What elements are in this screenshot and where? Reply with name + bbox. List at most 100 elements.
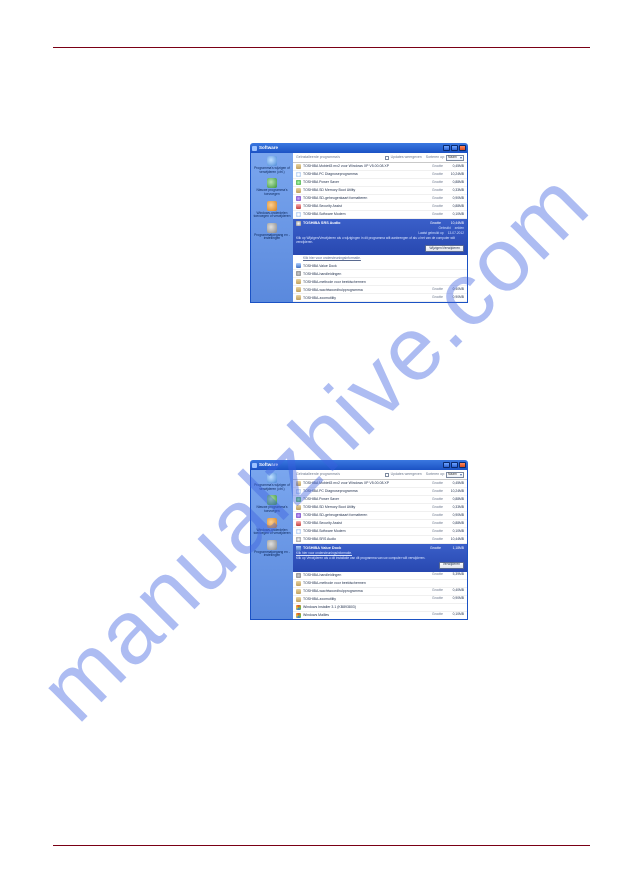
- sidebar-item-windows-components[interactable]: Windows-onderdelen toevoegen of verwijde…: [253, 518, 291, 536]
- support-link-row: Klik hier voor ondersteuningsinformatie.: [293, 255, 467, 262]
- program-name: TOSHIBA Security Assist: [303, 204, 432, 208]
- program-icon: [296, 263, 301, 268]
- size-value: 0,33MB: [448, 506, 464, 510]
- remove-button[interactable]: Verwijderen: [439, 562, 464, 569]
- size-value: 0,88MB: [448, 522, 464, 526]
- size-value: 0,10MB: [448, 213, 464, 217]
- sidebar-item-label: Nieuwe programma's toevoegen: [256, 188, 287, 196]
- size-label: Grootte: [432, 165, 448, 169]
- maximize-button[interactable]: [451, 462, 458, 468]
- show-updates-label: Updates weergeven: [391, 472, 422, 476]
- titlebar[interactable]: Software: [250, 143, 468, 153]
- program-row[interactable]: Windows MaillesGrootte0,10MB: [293, 612, 467, 619]
- program-icon: [296, 180, 301, 185]
- components-icon: [267, 518, 277, 528]
- close-button[interactable]: [459, 145, 466, 151]
- close-button[interactable]: [459, 462, 466, 468]
- program-icon: [296, 597, 301, 602]
- size-value: 0,45MB: [448, 165, 464, 169]
- program-name: TOSHIBA Power Saver: [303, 180, 432, 184]
- program-name: TOSHIBA SD-geheugenkaart formatteren: [303, 196, 432, 200]
- maximize-button[interactable]: [451, 145, 458, 151]
- program-row[interactable]: TOSHIBA SD Memory Boot UtilityGrootte0,3…: [293, 504, 467, 512]
- sidebar-item-add-new[interactable]: Nieuwe programma's toevoegen: [253, 495, 291, 513]
- program-row[interactable]: TOSHIBA Mobietl3 mx2 voor Windows XP V5.…: [293, 480, 467, 488]
- sort-label: Sorteren op:: [426, 155, 445, 159]
- program-list[interactable]: TOSHIBA Mobietl3 mx2 voor Windows XP V5.…: [293, 480, 467, 619]
- program-list[interactable]: TOSHIBA Mobietl3 mx2 voor Windows XP V5.…: [293, 163, 467, 302]
- sidebar-item-program-access[interactable]: Programmatoegang en -instellingen: [253, 223, 291, 241]
- program-row[interactable]: TOSHIBA SD-geheugenkaart formatterenGroo…: [293, 195, 467, 203]
- size-label: Grootte: [432, 522, 448, 526]
- size-value: 0,90MB: [448, 296, 464, 300]
- program-row[interactable]: TOSHIBA Software ModemGrootte0,10MB: [293, 528, 467, 536]
- program-row[interactable]: TOSHIBA Software ModemGrootte0,10MB: [293, 211, 467, 219]
- program-row[interactable]: TOSHIBA SD Memory Boot UtilityGrootte0,3…: [293, 187, 467, 195]
- size-value: 10,24MB: [448, 490, 464, 494]
- program-name: TOSHIBA-methode voor beeldschermen: [303, 280, 464, 284]
- program-name: TOSHIBA SD Memory Boot Utility: [303, 188, 432, 192]
- program-icon: [296, 497, 301, 502]
- size-label: Grootte: [432, 573, 448, 577]
- program-row[interactable]: TOSHIBA-methode voor beeldschermen: [293, 278, 467, 286]
- size-label: Grootte: [432, 197, 448, 201]
- sidebar-item-program-access[interactable]: Programmatoegang en -instellingen: [253, 540, 291, 558]
- program-name: TOSHIBA-methode voor beeldschermen: [303, 581, 464, 585]
- size-value: 0,90MB: [448, 597, 464, 601]
- sort-dropdown[interactable]: Naam: [446, 155, 464, 161]
- list-header: Geïnstalleerde programma's Updates weerg…: [293, 470, 467, 480]
- program-row[interactable]: TOSHIBA-handleidingenGrootte5,39MB: [293, 572, 467, 580]
- app-icon: [252, 146, 257, 151]
- program-row[interactable]: TOSHIBA SRS AudioGrootte10,44MB: [293, 536, 467, 544]
- program-row[interactable]: TOSHIBA Mobietl3 mx2 voor Windows XP V5.…: [293, 163, 467, 171]
- selected-program[interactable]: TOSHIBA SRS AudioGrootte10,44MBGebruiktz…: [293, 219, 467, 255]
- show-updates-checkbox[interactable]: [385, 156, 389, 160]
- main-panel: Geïnstalleerde programma's Updates weerg…: [293, 153, 467, 302]
- size-label: Grootte: [432, 506, 448, 510]
- program-row[interactable]: TOSHIBA Security AssistGrootte0,88MB: [293, 203, 467, 211]
- show-updates-checkbox[interactable]: [385, 473, 389, 477]
- sidebar-item-label: Nieuwe programma's toevoegen: [256, 505, 287, 513]
- program-row[interactable]: TOSHIBA-zoomutilityGrootte0,90MB: [293, 596, 467, 604]
- program-row[interactable]: TOSHIBA PC DiagnoseprogrammaGrootte10,24…: [293, 488, 467, 496]
- list-heading: Geïnstalleerde programma's: [296, 472, 384, 476]
- sidebar-item-change-remove[interactable]: Programma's wijzigen of verwijderen (ctr…: [253, 156, 291, 174]
- sidebar-item-add-new[interactable]: Nieuwe programma's toevoegen: [253, 178, 291, 196]
- program-icon: [296, 521, 301, 526]
- sidebar-item-label: Programma's wijzigen of verwijderen (ctr…: [254, 166, 290, 174]
- minimize-button[interactable]: [443, 145, 450, 151]
- sort-dropdown[interactable]: Naam: [446, 472, 464, 478]
- program-row[interactable]: TOSHIBA Security AssistGrootte0,88MB: [293, 520, 467, 528]
- titlebar[interactable]: Software: [250, 460, 468, 470]
- components-icon: [267, 201, 277, 211]
- program-row[interactable]: TOSHIBA Power SaverGrootte0,88MB: [293, 496, 467, 504]
- program-name: TOSHIBA PC Diagnoseprogramma: [303, 489, 432, 493]
- program-icon: [296, 188, 301, 193]
- program-row[interactable]: TOSHIBA PC DiagnoseprogrammaGrootte10,24…: [293, 171, 467, 179]
- selected-program[interactable]: TOSHIBA Value DockGrootte1,18MBKlik hier…: [293, 544, 467, 572]
- access-icon: [267, 223, 277, 233]
- program-name: TOSHIBA-handleidingen: [303, 272, 464, 276]
- size-label: Grootte: [432, 613, 448, 617]
- program-row[interactable]: TOSHIBA Value Dock: [293, 262, 467, 270]
- support-link[interactable]: Klik hier voor ondersteuningsinformatie.: [303, 257, 361, 261]
- program-icon: [296, 613, 301, 618]
- sidebar-item-windows-components[interactable]: Windows-onderdelen toevoegen of verwijde…: [253, 201, 291, 219]
- change-remove-button[interactable]: Wijzigen/Verwijderen: [425, 245, 464, 252]
- program-row[interactable]: TOSHIBA-zoomutilityGrootte0,90MB: [293, 294, 467, 302]
- program-row[interactable]: TOSHIBA-methode voor beeldschermen: [293, 580, 467, 588]
- minimize-button[interactable]: [443, 462, 450, 468]
- sidebar: Programma's wijzigen of verwijderen (ctr…: [251, 153, 293, 302]
- list-heading: Geïnstalleerde programma's: [296, 155, 384, 159]
- program-row[interactable]: TOSHIBA SD-geheugenkaart formatterenGroo…: [293, 512, 467, 520]
- program-row[interactable]: TOSHIBA Power SaverGrootte0,88MB: [293, 179, 467, 187]
- size-label: Grootte: [432, 490, 448, 494]
- program-row[interactable]: TOSHIBA-wachtwoordhulpprogrammaGrootte0,…: [293, 588, 467, 596]
- program-row[interactable]: TOSHIBA-wachtwoordhulpprogrammaGrootte0,…: [293, 286, 467, 294]
- sidebar: Programma's wijzigen of verwijderen (ctr…: [251, 470, 293, 619]
- program-row[interactable]: Windows Installer 3.1 (KB893803): [293, 604, 467, 612]
- sidebar-item-label: Programmatoegang en -instellingen: [254, 233, 290, 241]
- program-row[interactable]: TOSHIBA-handleidingen: [293, 270, 467, 278]
- sidebar-item-change-remove[interactable]: Programma's wijzigen of verwijderen (ctr…: [253, 473, 291, 491]
- program-name: TOSHIBA Value Dock: [303, 264, 464, 268]
